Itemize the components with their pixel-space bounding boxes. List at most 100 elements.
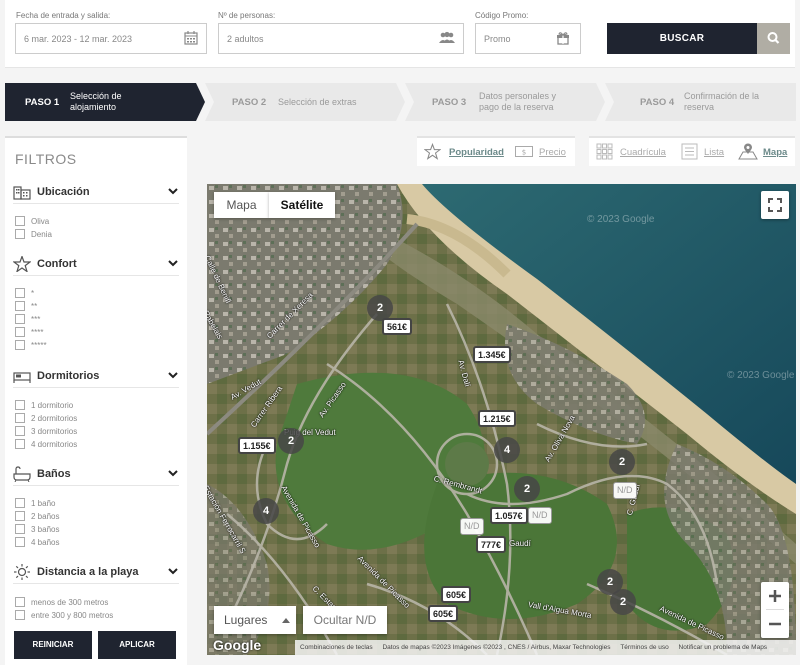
chevron-down-icon [168, 470, 178, 477]
filter-section-bedrooms[interactable]: Dormitorios [13, 366, 179, 388]
filter-option[interactable]: 4 dormitorios [15, 439, 77, 450]
view-list[interactable]: Lista [704, 147, 724, 158]
filter-section-bathrooms[interactable]: Baños [13, 464, 179, 486]
checkbox[interactable] [15, 498, 25, 508]
search-icon-button[interactable] [757, 23, 790, 54]
keyboard-shortcuts-link[interactable]: Combinaciones de teclas [300, 644, 373, 651]
view-map[interactable]: Mapa [763, 147, 787, 158]
step-1-label: Selección de alojamiento [70, 91, 122, 112]
filter-option[interactable]: *** [15, 314, 40, 325]
step-4-number: PASO 4 [640, 97, 675, 108]
reset-filters-button[interactable]: REINICIAR [14, 631, 92, 659]
price-marker[interactable]: 1.155€ [238, 437, 276, 454]
chevron-down-icon [168, 260, 178, 267]
filter-option[interactable]: entre 300 y 800 metros [15, 610, 113, 621]
filter-option[interactable]: 3 dormitorios [15, 426, 77, 437]
places-dropdown[interactable]: Lugares [214, 606, 296, 634]
filter-option[interactable]: 1 baño [15, 498, 55, 509]
step-3[interactable]: PASO 3 Datos personales y pago de la res… [405, 83, 605, 121]
checkbox[interactable] [15, 288, 25, 298]
price-marker[interactable]: 1.057€ [490, 507, 528, 524]
map-cluster[interactable]: 4 [253, 498, 279, 524]
filter-section-location[interactable]: Ubicación [13, 182, 179, 204]
filter-section-title: Baños [37, 468, 71, 480]
search-bar: Fecha de entrada y salida: 6 mar. 2023 -… [5, 0, 795, 68]
filter-option[interactable]: 1 dormitorio [15, 400, 73, 411]
price-marker[interactable]: 777€ [476, 536, 507, 553]
filter-option[interactable]: 2 dormitorios [15, 413, 77, 424]
filter-option-label: **** [31, 328, 44, 337]
checkbox[interactable] [15, 229, 25, 239]
filter-option[interactable]: 2 baños [15, 511, 59, 522]
persons-field[interactable]: 2 adultos [218, 23, 464, 54]
filter-section-title: Confort [37, 258, 77, 270]
zoom-in-button[interactable] [761, 582, 789, 610]
report-problem-link[interactable]: Notificar un problema de Maps [679, 644, 768, 651]
checkbox[interactable] [15, 340, 25, 350]
map-cluster[interactable]: 2 [610, 589, 636, 615]
map-watermark: © 2023 Google [587, 214, 655, 225]
zoom-out-button[interactable] [761, 610, 789, 638]
dates-field[interactable]: 6 mar. 2023 - 12 mar. 2023 [15, 23, 207, 54]
apply-filters-button[interactable]: APLICAR [98, 631, 176, 659]
filter-option[interactable]: * [15, 288, 34, 299]
gift-icon [557, 32, 569, 45]
filter-option[interactable]: menos de 300 metros [15, 597, 108, 608]
star-icon [13, 256, 31, 272]
filter-option[interactable]: Oliva [15, 216, 49, 227]
step-4[interactable]: PASO 4 Confirmación de la reserva [605, 83, 796, 121]
filter-option-label: entre 300 y 800 metros [31, 611, 114, 620]
checkbox[interactable] [15, 537, 25, 547]
filter-option-label: 4 dormitorios [31, 440, 78, 449]
checkbox[interactable] [15, 314, 25, 324]
dates-label: Fecha de entrada y salida: [16, 11, 111, 20]
map-type-map-button[interactable]: Mapa [214, 192, 269, 218]
map-cluster[interactable]: 2 [278, 428, 304, 454]
step-2[interactable]: PASO 2 Selección de extras [205, 83, 405, 121]
map-type-satellite-button[interactable]: Satélite [269, 192, 335, 218]
promo-input[interactable]: Promo [475, 23, 581, 54]
map-cluster[interactable]: 4 [494, 437, 520, 463]
price-marker[interactable]: 561€ [382, 318, 413, 335]
map-view[interactable]: © 2023 Google © 2023 Google Calle de Ben… [207, 184, 796, 655]
checkbox[interactable] [15, 439, 25, 449]
filter-option[interactable]: 4 baños [15, 537, 59, 548]
map-cluster[interactable]: 2 [514, 476, 540, 502]
filter-option[interactable]: ***** [15, 340, 47, 351]
terms-link[interactable]: Términos de uso [620, 644, 668, 651]
checkbox[interactable] [15, 511, 25, 521]
step-1[interactable]: PASO 1 Selección de alojamiento [5, 83, 205, 121]
sort-bar: Popularidad $ Precio [417, 136, 575, 166]
price-marker[interactable]: 1.215€ [478, 410, 516, 427]
checkbox[interactable] [15, 524, 25, 534]
hide-nd-button[interactable]: Ocultar N/D [303, 606, 387, 634]
filter-option[interactable]: Denia [15, 229, 52, 240]
price-marker[interactable]: 1.345€ [473, 346, 511, 363]
checkbox[interactable] [15, 400, 25, 410]
filter-option[interactable]: ** [15, 301, 37, 312]
star-icon [424, 143, 441, 160]
price-marker-unavailable[interactable]: N/D [460, 518, 484, 535]
checkbox[interactable] [15, 426, 25, 436]
checkbox[interactable] [15, 413, 25, 423]
filter-option[interactable]: 3 baños [15, 524, 59, 535]
search-button[interactable]: BUSCAR [607, 23, 757, 54]
filter-option[interactable]: **** [15, 327, 43, 338]
filter-section-beach-distance[interactable]: Distancia a la playa [13, 562, 179, 584]
price-marker-unavailable[interactable]: N/D [613, 482, 637, 499]
price-marker-unavailable[interactable]: N/D [528, 507, 552, 524]
checkbox[interactable] [15, 327, 25, 337]
checkbox[interactable] [15, 216, 25, 226]
checkbox[interactable] [15, 610, 25, 620]
map-cluster[interactable]: 2 [609, 449, 635, 475]
fullscreen-button[interactable] [761, 191, 789, 219]
price-marker[interactable]: 605€ [441, 586, 472, 603]
sort-popularity[interactable]: Popularidad [449, 147, 504, 158]
view-grid[interactable]: Cuadrícula [620, 147, 666, 158]
sort-price[interactable]: Precio [539, 147, 566, 158]
filter-section-comfort[interactable]: Confort [13, 254, 179, 276]
checkbox[interactable] [15, 301, 25, 311]
checkbox[interactable] [15, 597, 25, 607]
price-marker[interactable]: 605€ [428, 605, 459, 622]
filter-option-label: 4 baños [31, 538, 60, 547]
